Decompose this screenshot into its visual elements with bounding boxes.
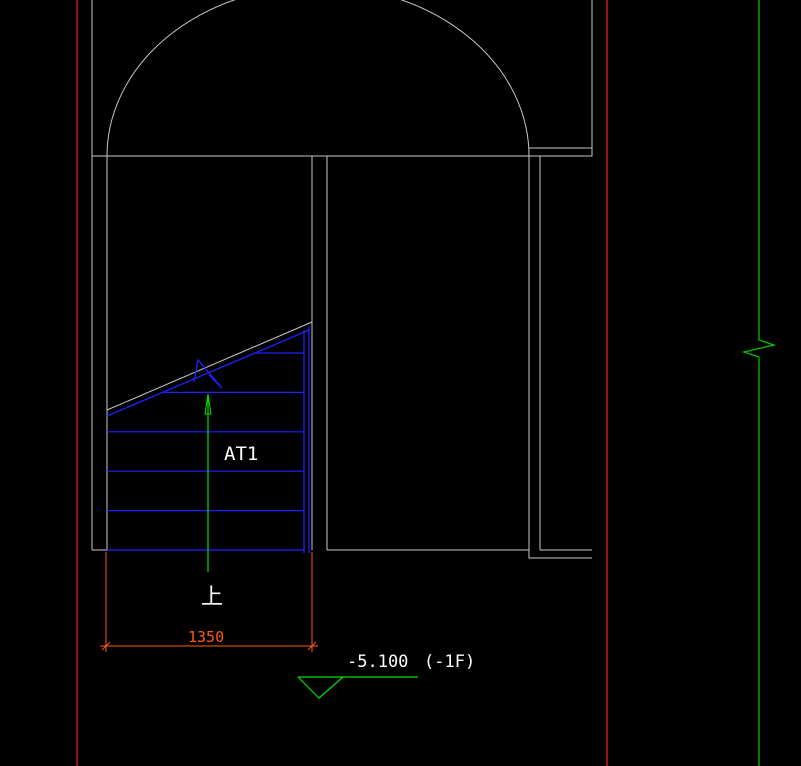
- stair-treads: [107, 352, 304, 551]
- level-floor-label: (-1F): [424, 652, 475, 672]
- beam-step: [529, 147, 593, 157]
- walls: [91, 0, 593, 559]
- break-line: [741, 0, 777, 766]
- arched-opening: [106, 0, 530, 157]
- stair-break-symbol: [193, 358, 223, 389]
- level-elevation: -5.100: [347, 652, 408, 672]
- stair-direction-arrow: [204, 393, 212, 572]
- dimension-value: 1350: [188, 628, 224, 646]
- grid-axes: [76, 0, 608, 766]
- stair-slope-cut-line: [106, 321, 313, 411]
- right-wall-base: [528, 550, 592, 559]
- level-marker-triangle: [297, 676, 344, 699]
- cad-drawing: AT1 上 1350 -5.100 (-1F): [76, 0, 777, 766]
- stair-direction-label: 上: [201, 585, 223, 610]
- stair-label: AT1: [224, 443, 258, 465]
- level-marker: [297, 676, 418, 699]
